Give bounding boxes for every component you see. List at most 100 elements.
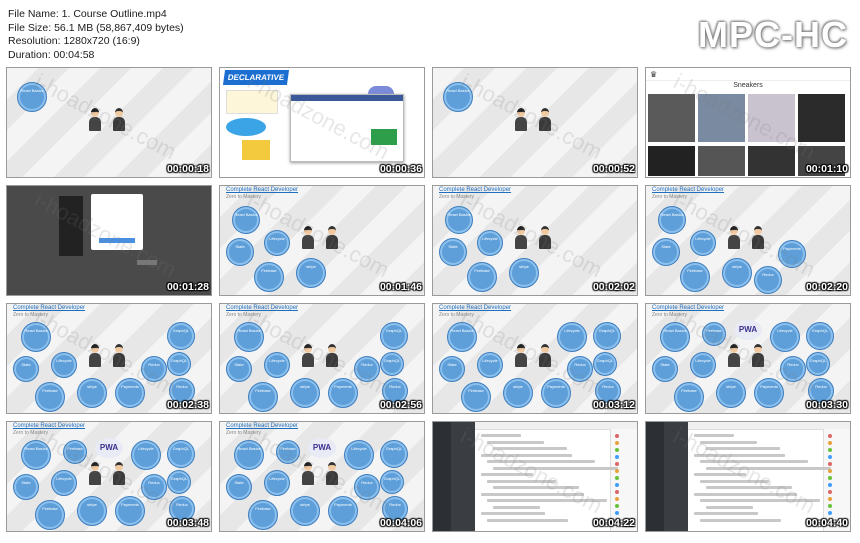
- member-avatar: [828, 476, 832, 480]
- topic-bubble: State: [226, 356, 252, 382]
- topic-bubble: stripe: [509, 258, 539, 288]
- topic-bubble-label: GraphQL: [383, 358, 401, 363]
- topic-bubble-label: GraphQL: [172, 446, 190, 451]
- chat-message: [694, 512, 758, 515]
- timestamp: 00:02:56: [379, 399, 422, 411]
- topic-bubble: State: [652, 356, 678, 382]
- topic-bubble: Firebase: [248, 382, 278, 412]
- topic-bubble-label: State: [447, 362, 457, 367]
- video-thumbnail: Complete React Developer Zero to Mastery R…: [432, 185, 638, 296]
- topic-bubble: State: [226, 238, 254, 266]
- timestamp: 00:02:02: [592, 281, 635, 293]
- member-avatar: [828, 441, 832, 445]
- topic-bubble: GraphQL: [380, 322, 408, 350]
- topic-bubble: Lifecycle: [770, 322, 800, 352]
- timestamp: 00:04:06: [379, 517, 422, 529]
- topic-bubble-label: Lifecycle: [695, 358, 711, 363]
- timestamp: 00:03:48: [166, 517, 209, 529]
- timestamp: 00:00:36: [379, 163, 422, 175]
- timestamp: 00:04:40: [805, 517, 848, 529]
- resolution: Resolution: 1280x720 (16:9): [8, 35, 140, 47]
- member-avatar: [828, 469, 832, 473]
- topic-bubble: Lifecycle: [264, 230, 290, 256]
- topic-bubble: Lifecycle: [344, 440, 374, 470]
- topic-bubble-label: Firebase: [255, 506, 271, 511]
- topic-bubble-label: GraphQL: [170, 358, 188, 363]
- chat-sidebar: [433, 422, 451, 531]
- topic-bubble: stripe: [296, 258, 326, 288]
- topic-bubble: Firebase: [248, 500, 278, 530]
- chat-message: [493, 505, 540, 509]
- timestamp: 00:04:22: [592, 517, 635, 529]
- topic-bubble: State: [226, 474, 252, 500]
- member-avatar: [828, 455, 832, 459]
- topic-bubble-label: stripe: [300, 384, 310, 389]
- topic-bubble: State: [13, 474, 39, 500]
- topic-bubble: Firebase: [461, 382, 491, 412]
- topic-bubble-label: State: [660, 362, 670, 367]
- topic-bubble-label: State: [21, 480, 31, 485]
- timestamp: 00:01:28: [166, 281, 209, 293]
- topic-bubble-label: Lifecycle: [564, 328, 580, 333]
- topic-bubble: Lifecycle: [131, 440, 161, 470]
- video-thumbnail: React Basics i-hoadzone.com 00:00:52: [432, 67, 638, 178]
- timestamp: 00:00:52: [592, 163, 635, 175]
- topic-bubble-label: GraphQL: [809, 358, 827, 363]
- member-avatar: [828, 483, 832, 487]
- video-thumbnail: Complete React Developer Zero to Mastery R…: [6, 421, 212, 532]
- video-thumbnail: ♛ Sneakers i-hoadzone.com 00:01:10: [645, 67, 851, 178]
- topic-bubble-label: stripe: [513, 384, 523, 389]
- member-avatar: [615, 448, 619, 452]
- topic-bubble-label: GraphQL: [172, 328, 190, 333]
- topic-bubble-label: Firebase: [261, 268, 277, 273]
- topic-bubble: stripe: [77, 496, 107, 526]
- member-avatar: [615, 469, 619, 473]
- topic-bubble: GraphQL: [806, 322, 834, 350]
- chat-member-list: [610, 429, 637, 531]
- member-avatar: [615, 434, 619, 438]
- topic-bubble-label: stripe: [306, 264, 316, 269]
- topic-bubble: Firebase: [467, 262, 497, 292]
- chat-message: [487, 518, 568, 522]
- topic-bubble: stripe: [722, 258, 752, 288]
- member-avatar: [615, 483, 619, 487]
- member-avatar: [828, 490, 832, 494]
- topic-bubble: Firebase: [35, 382, 65, 412]
- member-avatar: [828, 448, 832, 452]
- topic-bubble-label: Firebase: [468, 388, 484, 393]
- video-thumbnail: DECLARATIVE i-hoadzone.com 00:00:36: [219, 67, 425, 178]
- topic-bubble: GraphQL: [380, 440, 408, 468]
- topic-bubble-label: stripe: [519, 264, 529, 269]
- video-thumbnail: Complete React Developer Zero to Mastery R…: [645, 185, 851, 296]
- watermark: i-hoadzone.com: [30, 68, 181, 165]
- topic-bubble: Lifecycle: [690, 230, 716, 256]
- member-avatar: [615, 497, 619, 501]
- timestamp: 00:01:46: [379, 281, 422, 293]
- member-avatar: [615, 490, 619, 494]
- topic-bubble-label: Firebase: [42, 506, 58, 511]
- member-avatar: [828, 434, 832, 438]
- topic-bubble: State: [652, 238, 680, 266]
- chat-message: [481, 512, 545, 515]
- crown-icon: ♛: [650, 70, 658, 79]
- topic-bubble-label: stripe: [87, 384, 97, 389]
- video-thumbnail: i-hoadzone.com 00:01:28: [6, 185, 212, 296]
- topic-bubble-label: GraphQL: [385, 446, 403, 451]
- topic-bubble-label: State: [21, 362, 31, 367]
- timestamp: 00:01:10: [805, 163, 848, 175]
- topic-bubble-label: Firebase: [681, 388, 697, 393]
- topic-bubble: stripe: [716, 378, 746, 408]
- topic-bubble-label: Lifecycle: [777, 328, 793, 333]
- timestamp: 00:02:20: [805, 281, 848, 293]
- topic-bubble-label: Lifecycle: [138, 446, 154, 451]
- timestamp: 00:00:18: [166, 163, 209, 175]
- file-info: File Name: 1. Course Outline.mp4 File Si…: [8, 8, 184, 62]
- topic-bubble-label: stripe: [300, 502, 310, 507]
- member-avatar: [828, 462, 832, 466]
- topic-bubble: Firebase: [680, 262, 710, 292]
- chat-message: [700, 518, 781, 522]
- mpc-hc-logo: MPC-HC: [698, 14, 848, 55]
- video-thumbnail: i-hoadzone.com 00:04:22: [432, 421, 638, 532]
- topic-bubble: Redux: [754, 266, 782, 294]
- topic-bubble: Lifecycle: [690, 352, 716, 378]
